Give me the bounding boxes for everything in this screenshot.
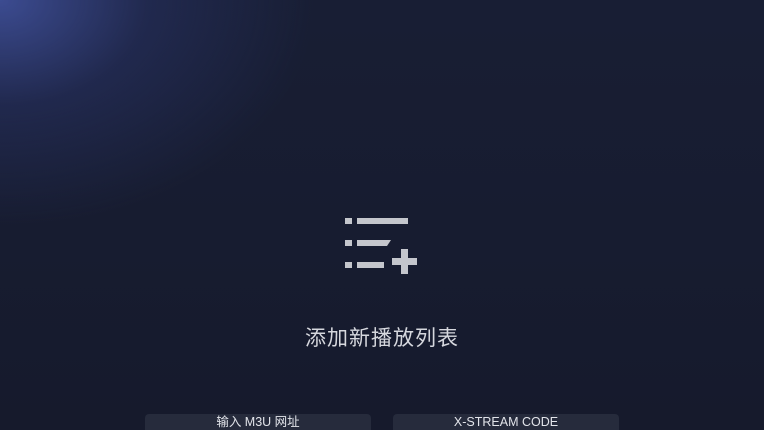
enter-m3u-url-button[interactable]: 输入 M3U 网址 bbox=[145, 414, 371, 430]
empty-state-title: 添加新播放列表 bbox=[305, 326, 459, 350]
xstream-code-button[interactable]: X-STREAM CODE bbox=[393, 414, 619, 430]
playlist-add-icon bbox=[345, 218, 417, 274]
empty-state: 添加新播放列表 bbox=[0, 0, 764, 430]
